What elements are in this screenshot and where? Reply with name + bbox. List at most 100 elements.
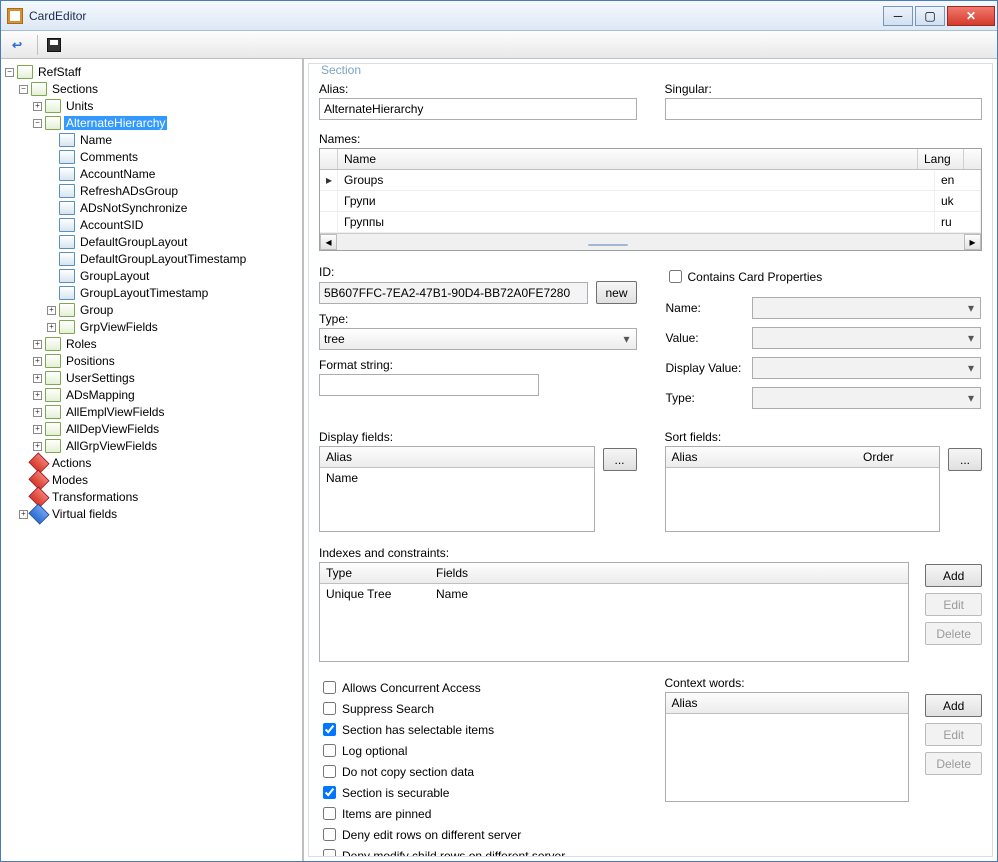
context-add-button[interactable]: Add xyxy=(925,694,982,717)
indexes-list[interactable]: TypeFields Unique TreeName xyxy=(319,562,909,662)
maximize-button[interactable]: ▢ xyxy=(915,6,945,26)
section-groupbox-title: Section xyxy=(317,63,365,77)
checkbox-input[interactable] xyxy=(323,828,336,841)
tree-node[interactable]: +ADsMapping xyxy=(5,387,298,403)
sortfields-list[interactable]: AliasOrder xyxy=(665,446,941,532)
names-row[interactable]: Группыru xyxy=(320,212,981,233)
section-checkbox[interactable]: Items are pinned xyxy=(319,804,637,823)
checkbox-input[interactable] xyxy=(323,849,336,857)
displayfields-browse-button[interactable]: ... xyxy=(603,448,637,471)
folder-icon xyxy=(45,116,61,130)
tree-node[interactable]: +Virtual fields xyxy=(5,506,298,522)
names-row[interactable]: ▸Groupsen xyxy=(320,170,981,191)
checkbox-input[interactable] xyxy=(323,681,336,694)
tree-node[interactable]: Modes xyxy=(5,472,298,488)
section-checkbox[interactable]: Section has selectable items xyxy=(319,720,637,739)
tree-expander-icon[interactable]: + xyxy=(33,391,42,400)
checkbox-label: Allows Concurrent Access xyxy=(342,681,481,695)
id-input[interactable] xyxy=(319,282,588,304)
cardprops-checkbox[interactable] xyxy=(669,270,682,283)
context-list[interactable]: Alias xyxy=(665,692,910,802)
names-grid[interactable]: Name Lang ▸GroupsenГрупиukГруппыru ◂ ▸ xyxy=(319,148,982,251)
section-checkbox[interactable]: Section is securable xyxy=(319,783,637,802)
tree-node[interactable]: −RefStaff xyxy=(5,64,298,80)
section-checkbox[interactable]: Log optional xyxy=(319,741,637,760)
checkbox-input[interactable] xyxy=(323,786,336,799)
minimize-button[interactable]: ─ xyxy=(883,6,913,26)
checkbox-input[interactable] xyxy=(323,807,336,820)
checkbox-input[interactable] xyxy=(323,702,336,715)
back-button[interactable]: ↩ xyxy=(5,34,29,56)
type-combo[interactable]: tree xyxy=(319,328,637,350)
displayfields-list[interactable]: Alias Name xyxy=(319,446,595,532)
alias-input[interactable] xyxy=(319,98,637,120)
names-row[interactable]: Групиuk xyxy=(320,191,981,212)
section-checkbox[interactable]: Allows Concurrent Access xyxy=(319,678,637,697)
singular-input[interactable] xyxy=(665,98,983,120)
tree-expander-icon[interactable]: − xyxy=(5,68,14,77)
tree-node[interactable]: DefaultGroupLayoutTimestamp xyxy=(5,251,298,267)
tree-expander-icon[interactable]: − xyxy=(33,119,42,128)
tree-node[interactable]: +Positions xyxy=(5,353,298,369)
tree-node[interactable]: +AllGrpViewFields xyxy=(5,438,298,454)
scroll-left-icon[interactable]: ◂ xyxy=(320,234,337,250)
names-label: Names: xyxy=(319,132,982,146)
tree-node[interactable]: +Roles xyxy=(5,336,298,352)
tree-node[interactable]: Transformations xyxy=(5,489,298,505)
names-col-name[interactable]: Name xyxy=(338,149,918,169)
names-col-lang[interactable]: Lang xyxy=(918,149,964,169)
tree-expander-icon[interactable]: + xyxy=(33,357,42,366)
tree-node[interactable]: +Units xyxy=(5,98,298,114)
indexes-add-button[interactable]: Add xyxy=(925,564,982,587)
new-id-button[interactable]: new xyxy=(596,281,636,304)
tree-expander-icon[interactable]: + xyxy=(47,306,56,315)
section-checkbox[interactable]: Do not copy section data xyxy=(319,762,637,781)
section-checkbox[interactable]: Deny edit rows on different server xyxy=(319,825,637,844)
tree-node[interactable]: +Group xyxy=(5,302,298,318)
folder-icon xyxy=(59,269,75,283)
checkbox-input[interactable] xyxy=(323,723,336,736)
indexes-row[interactable]: Unique TreeName xyxy=(320,584,908,604)
tree-node[interactable]: RefreshADsGroup xyxy=(5,183,298,199)
tree-node[interactable]: +GrpViewFields xyxy=(5,319,298,335)
tree-expander-icon[interactable]: + xyxy=(33,340,42,349)
tree-node[interactable]: −Sections xyxy=(5,81,298,97)
save-button[interactable] xyxy=(42,34,66,56)
tree-node[interactable]: AccountName xyxy=(5,166,298,182)
tree-node[interactable]: AccountSID xyxy=(5,217,298,233)
displayfields-row[interactable]: Name xyxy=(320,468,594,488)
singular-label: Singular: xyxy=(665,82,983,96)
format-input[interactable] xyxy=(319,374,539,396)
checkbox-input[interactable] xyxy=(323,765,336,778)
tree-node[interactable]: Name xyxy=(5,132,298,148)
tree-node[interactable]: Actions xyxy=(5,455,298,471)
tree-node[interactable]: DefaultGroupLayout xyxy=(5,234,298,250)
titlebar: CardEditor ─ ▢ ✕ xyxy=(1,1,997,31)
section-checkbox[interactable]: Suppress Search xyxy=(319,699,637,718)
checkbox-input[interactable] xyxy=(323,744,336,757)
scroll-thumb[interactable] xyxy=(588,244,628,246)
tree-node[interactable]: ADsNotSynchronize xyxy=(5,200,298,216)
tree-expander-icon[interactable]: + xyxy=(33,425,42,434)
sortfields-browse-button[interactable]: ... xyxy=(948,448,982,471)
tree-expander-icon[interactable]: + xyxy=(33,102,42,111)
names-hscroll[interactable]: ◂ ▸ xyxy=(320,233,981,250)
tree-node[interactable]: Comments xyxy=(5,149,298,165)
tree-expander-icon[interactable]: + xyxy=(47,323,56,332)
section-checkbox[interactable]: Deny modify child rows on different serv… xyxy=(319,846,637,857)
tree-node[interactable]: GroupLayout xyxy=(5,268,298,284)
tree-expander-icon[interactable]: − xyxy=(19,85,28,94)
tree-expander-icon[interactable]: + xyxy=(33,374,42,383)
tree-node[interactable]: +AllDepViewFields xyxy=(5,421,298,437)
tree-expander-icon[interactable]: + xyxy=(33,408,42,417)
scroll-right-icon[interactable]: ▸ xyxy=(964,234,981,250)
tree-expander-icon[interactable]: + xyxy=(19,510,28,519)
close-button[interactable]: ✕ xyxy=(947,6,995,26)
tree-node[interactable]: − AlternateHierarchy xyxy=(5,115,298,131)
tree-node[interactable]: GroupLayoutTimestamp xyxy=(5,285,298,301)
tree-node-label: AlternateHierarchy xyxy=(64,116,167,130)
tree-node[interactable]: +AllEmplViewFields xyxy=(5,404,298,420)
tree-expander-icon[interactable]: + xyxy=(33,442,42,451)
tree-node[interactable]: +UserSettings xyxy=(5,370,298,386)
tree-expander-icon xyxy=(47,221,56,230)
